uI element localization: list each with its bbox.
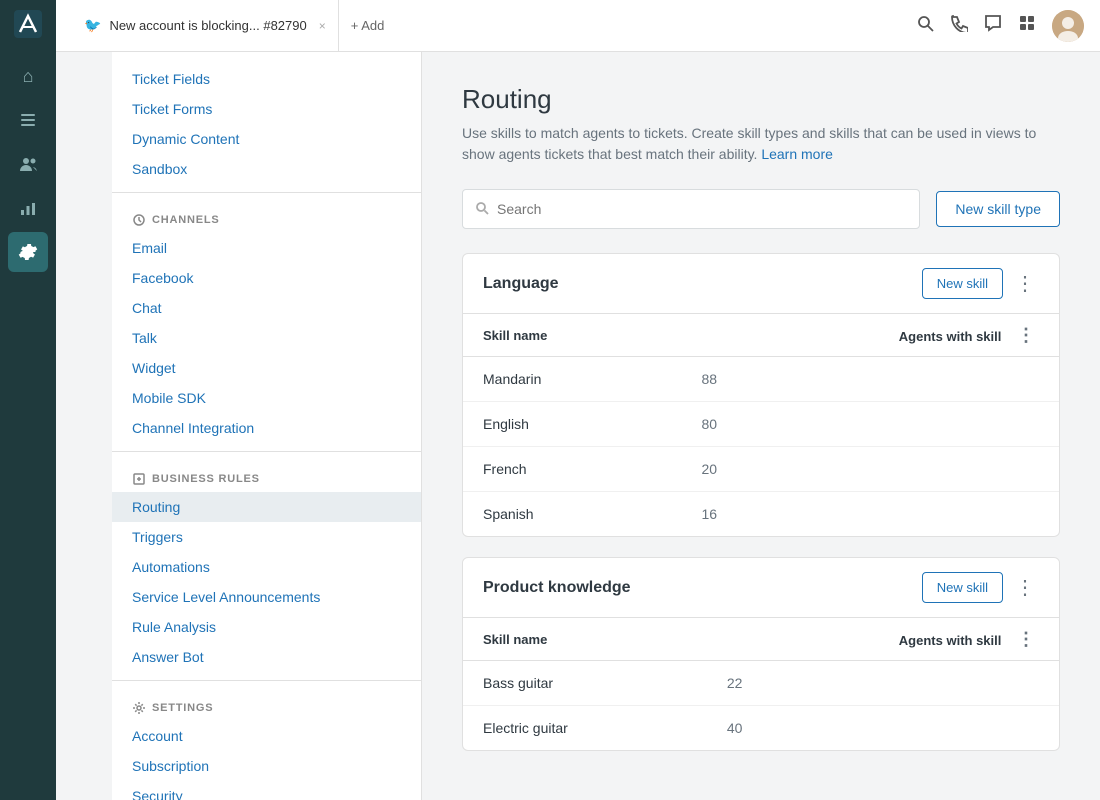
users-icon[interactable]: [8, 144, 48, 184]
search-action-row: New skill type: [462, 189, 1060, 229]
sidebar-item-sla[interactable]: Service Level Announcements: [112, 582, 421, 612]
tab-text: New account is blocking... #82790: [109, 18, 306, 33]
table-row: Spanish16: [463, 492, 1059, 537]
active-tab[interactable]: 🐦 New account is blocking... #82790 ×: [72, 0, 339, 52]
agent-count: 80: [682, 402, 1060, 447]
pk-column-more-icon[interactable]: ⋮: [1013, 627, 1039, 651]
table-row: English80: [463, 402, 1059, 447]
sidebar: Ticket Fields Ticket Forms Dynamic Conte…: [112, 52, 422, 800]
top-bar-right: [916, 10, 1084, 42]
business-rules-header: BUSINESS RULES: [112, 460, 421, 492]
language-column-more-icon[interactable]: ⋮: [1013, 323, 1039, 347]
sidebar-section-business-rules: BUSINESS RULES Routing Triggers Automati…: [112, 460, 421, 672]
product-knowledge-more-options-icon[interactable]: ⋮: [1011, 576, 1039, 600]
app-logo: [12, 8, 44, 40]
language-skill-table: Skill name Agents with skill ⋮ Mandarin8…: [463, 314, 1059, 536]
agents-with-skill-column-header: Agents with skill ⋮: [682, 314, 1060, 357]
new-skill-type-button[interactable]: New skill type: [936, 191, 1060, 227]
language-table-header-row: Skill name Agents with skill ⋮: [463, 314, 1059, 357]
sidebar-item-ticket-forms[interactable]: Ticket Forms: [112, 94, 421, 124]
reports-icon[interactable]: [8, 188, 48, 228]
sidebar-item-facebook[interactable]: Facebook: [112, 263, 421, 293]
learn-more-link[interactable]: Learn more: [761, 146, 833, 162]
skill-card-product-knowledge-header: Product knowledge New skill ⋮: [463, 558, 1059, 618]
skill-name: French: [463, 447, 682, 492]
agent-count: 22: [707, 661, 1059, 706]
language-new-skill-button[interactable]: New skill: [922, 268, 1003, 299]
chat-icon[interactable]: [984, 14, 1002, 37]
channels-header: CHANNELS: [112, 201, 421, 233]
table-row: Bass guitar22: [463, 661, 1059, 706]
page-title: Routing: [462, 84, 1060, 115]
search-input[interactable]: [497, 201, 907, 217]
skill-card-language-title: Language: [483, 275, 922, 293]
home-icon[interactable]: ⌂: [8, 56, 48, 96]
sidebar-item-dynamic-content[interactable]: Dynamic Content: [112, 124, 421, 154]
sidebar-divider-1: [112, 192, 421, 193]
grid-icon[interactable]: [1018, 14, 1036, 37]
tab-close-button[interactable]: ×: [319, 19, 326, 33]
sidebar-item-chat[interactable]: Chat: [112, 293, 421, 323]
agent-count: 88: [682, 357, 1060, 402]
skill-card-product-knowledge-title: Product knowledge: [483, 579, 922, 597]
skill-card-product-knowledge: Product knowledge New skill ⋮ Skill name…: [462, 557, 1060, 751]
sidebar-item-talk[interactable]: Talk: [112, 323, 421, 353]
table-row: Mandarin88: [463, 357, 1059, 402]
avatar[interactable]: [1052, 10, 1084, 42]
settings-icon[interactable]: [8, 232, 48, 272]
sidebar-item-triggers[interactable]: Triggers: [112, 522, 421, 552]
phone-icon[interactable]: [950, 14, 968, 37]
skill-card-language-header: Language New skill ⋮: [463, 254, 1059, 314]
product-knowledge-new-skill-button[interactable]: New skill: [922, 572, 1003, 603]
skill-name: Spanish: [463, 492, 682, 537]
pk-agents-with-skill-column-header: Agents with skill ⋮: [707, 618, 1059, 661]
add-tab-button[interactable]: + Add: [339, 18, 397, 33]
top-bar: 🐦 New account is blocking... #82790 × + …: [56, 0, 1100, 52]
page-description: Use skills to match agents to tickets. C…: [462, 123, 1060, 165]
skill-name: English: [463, 402, 682, 447]
sidebar-item-security[interactable]: Security: [112, 781, 421, 800]
sidebar-item-email[interactable]: Email: [112, 233, 421, 263]
sidebar-item-rule-analysis[interactable]: Rule Analysis: [112, 612, 421, 642]
sidebar-divider-2: [112, 451, 421, 452]
sidebar-item-channel-integration[interactable]: Channel Integration: [112, 413, 421, 443]
skill-name: Electric guitar: [463, 706, 707, 751]
sidebar-item-ticket-fields[interactable]: Ticket Fields: [112, 64, 421, 94]
skill-card-language: Language New skill ⋮ Skill name Agents w…: [462, 253, 1060, 537]
sidebar-item-widget[interactable]: Widget: [112, 353, 421, 383]
sidebar-item-mobile-sdk[interactable]: Mobile SDK: [112, 383, 421, 413]
sidebar-item-automations[interactable]: Automations: [112, 552, 421, 582]
global-search-icon[interactable]: [916, 14, 934, 37]
product-knowledge-table-header-row: Skill name Agents with skill ⋮: [463, 618, 1059, 661]
settings-header: SETTINGS: [112, 689, 421, 721]
agent-count: 20: [682, 447, 1060, 492]
skill-name: Bass guitar: [463, 661, 707, 706]
icon-bar: ⌂: [0, 0, 56, 800]
sidebar-section-1: Ticket Fields Ticket Forms Dynamic Conte…: [112, 64, 421, 184]
agent-count: 40: [707, 706, 1059, 751]
search-icon: [475, 201, 489, 218]
main-layout: Ticket Fields Ticket Forms Dynamic Conte…: [112, 52, 1100, 800]
sidebar-item-routing[interactable]: Routing: [112, 492, 421, 522]
agent-count: 16: [682, 492, 1060, 537]
product-knowledge-skill-table: Skill name Agents with skill ⋮ Bass guit…: [463, 618, 1059, 750]
sidebar-item-sandbox[interactable]: Sandbox: [112, 154, 421, 184]
tickets-icon[interactable]: [8, 100, 48, 140]
sidebar-item-answer-bot[interactable]: Answer Bot: [112, 642, 421, 672]
search-box: [462, 189, 920, 229]
table-row: Electric guitar40: [463, 706, 1059, 751]
pk-skill-name-column-header: Skill name: [463, 618, 707, 661]
skill-name: Mandarin: [463, 357, 682, 402]
twitter-icon: 🐦: [84, 17, 101, 34]
table-row: French20: [463, 447, 1059, 492]
main-content: Routing Use skills to match agents to ti…: [422, 52, 1100, 800]
sidebar-item-account[interactable]: Account: [112, 721, 421, 751]
sidebar-section-settings: SETTINGS Account Subscription Security: [112, 689, 421, 800]
sidebar-section-channels: CHANNELS Email Facebook Chat Talk Widget…: [112, 201, 421, 443]
sidebar-divider-3: [112, 680, 421, 681]
skill-name-column-header: Skill name: [463, 314, 682, 357]
sidebar-item-subscription[interactable]: Subscription: [112, 751, 421, 781]
language-more-options-icon[interactable]: ⋮: [1011, 272, 1039, 296]
